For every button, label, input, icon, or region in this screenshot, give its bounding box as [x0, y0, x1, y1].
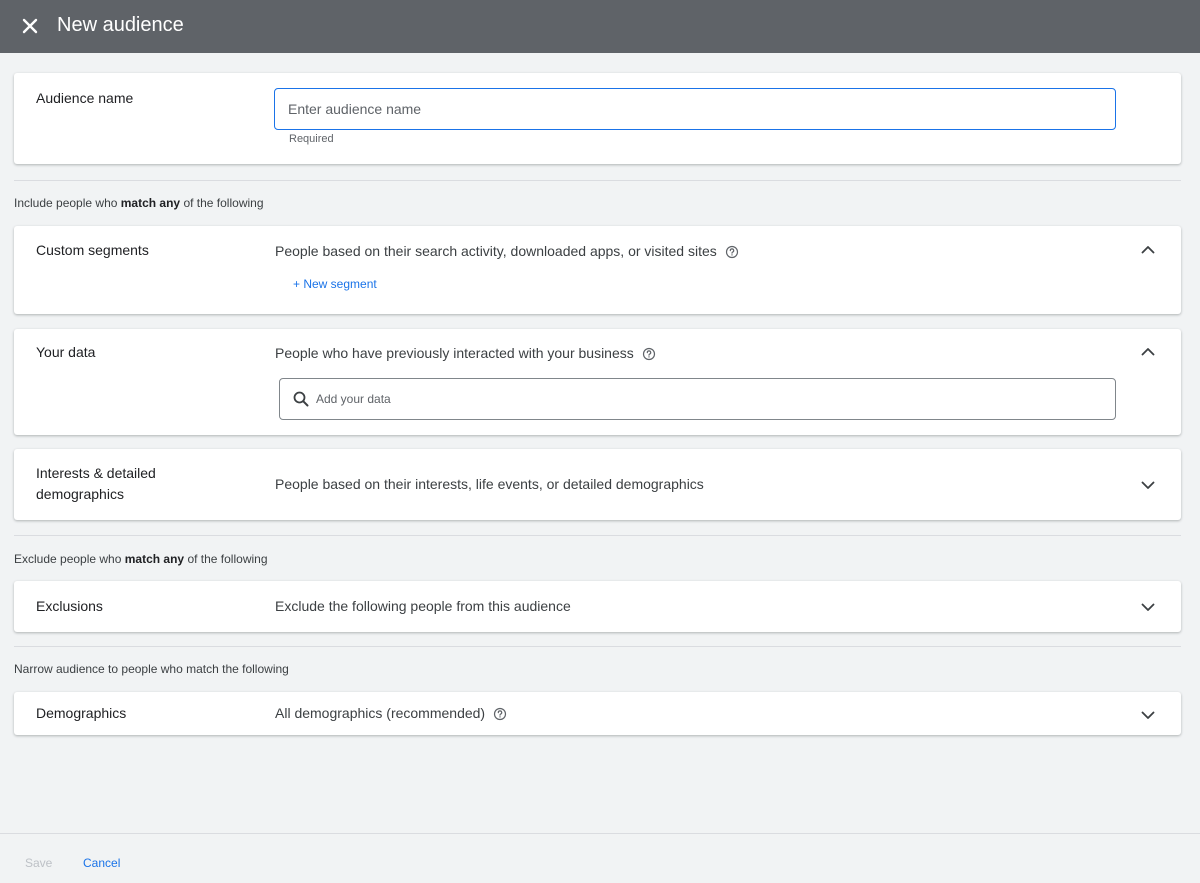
your-data-search-box[interactable]	[279, 378, 1116, 420]
narrow-caption: Narrow audience to people who match the …	[14, 662, 289, 676]
audience-name-helper: Required	[289, 133, 334, 145]
audience-name-card: Audience name Required	[14, 73, 1181, 164]
your-data-label: Your data	[36, 344, 96, 360]
exclusions-description: Exclude the following people from this a…	[275, 598, 571, 614]
save-button[interactable]: Save	[25, 855, 52, 871]
help-icon[interactable]	[642, 346, 656, 361]
custom-segments-label: Custom segments	[36, 242, 149, 258]
header-bar: New audience	[0, 0, 1200, 53]
close-icon[interactable]	[18, 14, 42, 38]
demographics-label: Demographics	[36, 705, 127, 721]
audience-name-input[interactable]	[274, 88, 1116, 130]
interests-label: Interests & detailed demographics	[36, 465, 156, 502]
exclude-caption: Exclude people who match any of the foll…	[14, 552, 268, 566]
demographics-card[interactable]: Demographics All demographics (recommend…	[14, 692, 1181, 735]
your-data-description: People who have previously interacted wi…	[275, 343, 656, 363]
custom-segments-description: People based on their search activity, d…	[275, 241, 739, 261]
include-caption: Include people who match any of the foll…	[14, 196, 264, 210]
exclusions-card[interactable]: Exclusions Exclude the following people …	[14, 581, 1181, 632]
divider	[14, 646, 1181, 647]
exclusions-label: Exclusions	[36, 598, 103, 614]
chevron-up-icon[interactable]	[1139, 241, 1157, 259]
divider	[14, 180, 1181, 181]
audience-name-label: Audience name	[36, 90, 134, 106]
page-title: New audience	[57, 14, 184, 36]
chevron-up-icon[interactable]	[1139, 343, 1157, 361]
custom-segments-card: Custom segments People based on their se…	[14, 226, 1181, 314]
chevron-down-icon[interactable]	[1139, 706, 1157, 724]
help-icon[interactable]	[725, 244, 739, 259]
demographics-description: All demographics (recommended)	[275, 703, 507, 723]
interests-description: People based on their interests, life ev…	[275, 476, 704, 492]
new-segment-link[interactable]: + New segment	[293, 277, 377, 291]
footer-divider	[0, 833, 1200, 834]
cancel-button[interactable]: Cancel	[83, 855, 120, 871]
help-icon[interactable]	[493, 706, 507, 721]
chevron-down-icon[interactable]	[1139, 476, 1157, 494]
chevron-down-icon[interactable]	[1139, 598, 1157, 616]
search-icon	[293, 391, 309, 407]
divider	[14, 535, 1181, 536]
interests-card[interactable]: Interests & detailed demographics People…	[14, 449, 1181, 520]
your-data-search-input[interactable]	[316, 392, 1096, 406]
your-data-card: Your data People who have previously int…	[14, 329, 1181, 435]
